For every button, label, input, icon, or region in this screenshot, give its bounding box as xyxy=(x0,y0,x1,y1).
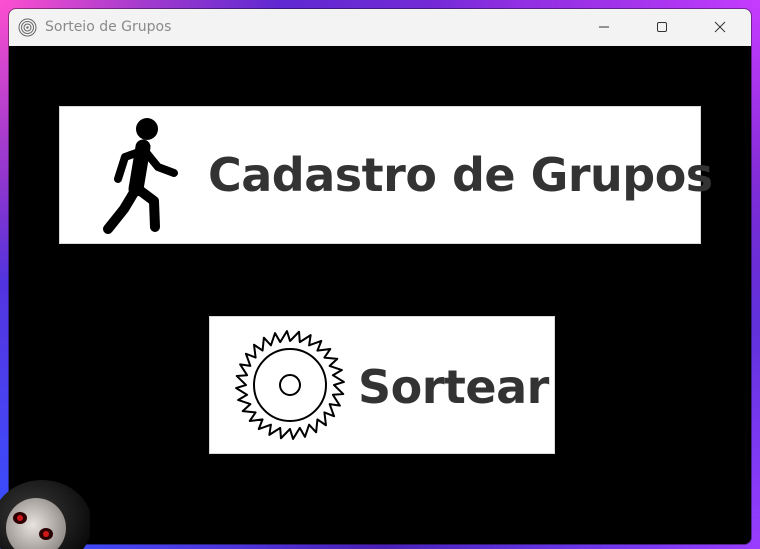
saw-blade-icon xyxy=(234,329,346,441)
cadastro-de-grupos-label: Cadastro de Grupos xyxy=(208,148,713,202)
target-icon xyxy=(18,18,37,37)
app-window: Sorteio de Grupos Cadastro de Grupos Sor… xyxy=(9,9,751,544)
minimize-icon xyxy=(598,18,610,37)
maximize-button[interactable] xyxy=(633,9,691,46)
desktop-avatar-image xyxy=(0,466,92,549)
maximize-icon xyxy=(656,18,668,37)
minimize-button[interactable] xyxy=(575,9,633,46)
sortear-button[interactable]: Sortear xyxy=(209,316,555,454)
title-bar[interactable]: Sorteio de Grupos xyxy=(9,9,751,46)
walking-person-icon xyxy=(100,117,180,235)
close-button[interactable] xyxy=(691,9,749,46)
sortear-label: Sortear xyxy=(358,360,549,414)
cadastro-de-grupos-button[interactable]: Cadastro de Grupos xyxy=(59,106,713,244)
close-icon xyxy=(714,18,726,37)
main-content: Cadastro de Grupos Sortear xyxy=(9,46,751,544)
window-title: Sorteio de Grupos xyxy=(45,19,172,35)
